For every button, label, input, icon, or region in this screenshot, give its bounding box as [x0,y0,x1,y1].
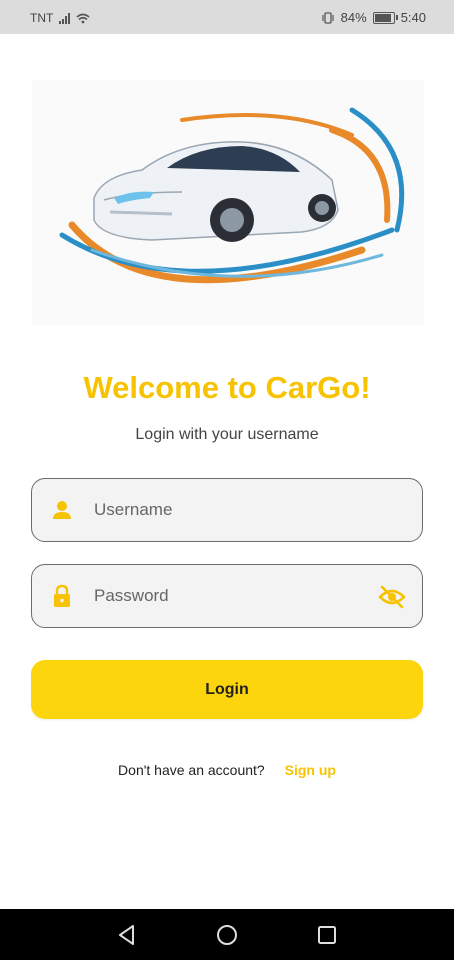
battery-percent: 84% [340,10,367,25]
page-subtitle: Login with your username [135,426,319,443]
username-input[interactable] [94,479,364,541]
person-icon [53,501,71,519]
signup-link[interactable]: Sign up [285,762,336,778]
password-field[interactable] [31,564,423,628]
login-button[interactable]: Login [31,660,423,719]
back-icon[interactable] [114,922,140,948]
signup-question: Don't have an account? [118,762,265,778]
signal-icon [59,12,71,24]
signup-row: Don't have an account? Sign up [0,762,454,778]
navigation-bar [0,909,454,960]
wifi-icon [76,13,90,23]
username-field[interactable] [31,478,423,542]
carrier-label: TNT [30,11,54,25]
battery-icon [372,11,398,24]
recent-apps-icon[interactable] [314,922,340,948]
hero-car-image [32,80,424,326]
password-input[interactable] [94,565,364,627]
eye-off-icon[interactable] [378,584,406,610]
home-icon[interactable] [214,922,240,948]
car-illustration-icon [59,107,405,284]
lock-icon [54,584,70,607]
vibrate-icon [322,11,334,24]
clock: 5:40 [400,10,426,25]
status-bar: TNT 84% 5:40 [0,0,454,34]
page-title: Welcome to CarGo! [83,370,371,405]
